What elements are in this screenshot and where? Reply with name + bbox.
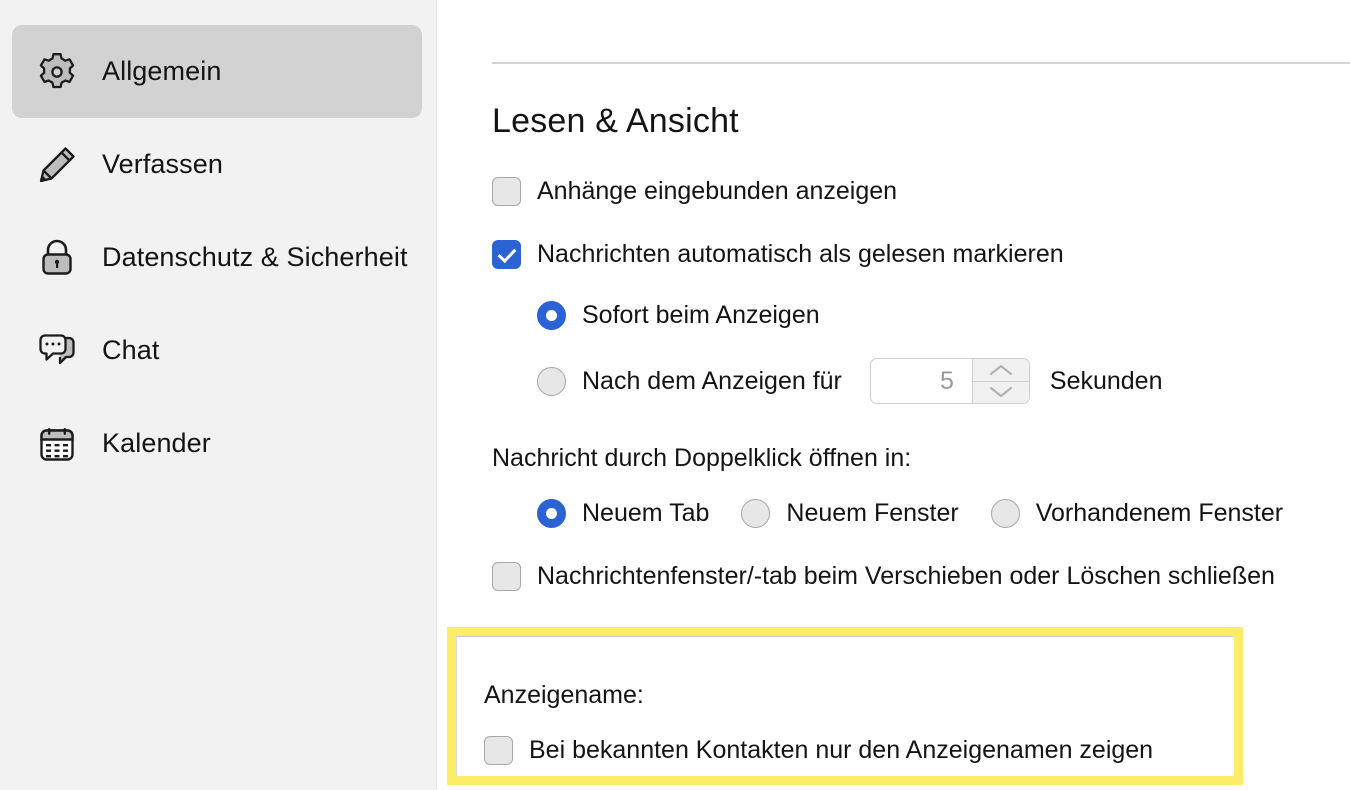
checkbox-row-mark-as-read[interactable]: Nachrichten automatisch als gelesen mark…: [492, 240, 1350, 269]
close-window-on-move-checkbox[interactable]: [492, 562, 521, 591]
settings-sidebar: Allgemein Verfassen Datenschutz & Sicher…: [0, 0, 437, 790]
sidebar-item-label: Datenschutz & Sicherheit: [102, 242, 408, 272]
sidebar-item-datenschutz-sicherheit[interactable]: Datenschutz & Sicherheit: [12, 211, 422, 304]
open-in-existing-window-label: Vorhandenem Fenster: [1035, 499, 1284, 527]
checkbox-row-attachments-inline[interactable]: Anhänge eingebunden anzeigen: [492, 177, 1350, 206]
sidebar-item-label: Chat: [102, 335, 160, 365]
gear-icon: [34, 49, 80, 95]
open-in-new-tab-radio[interactable]: [537, 499, 566, 528]
chevron-down-icon[interactable]: [972, 381, 1029, 403]
display-name-section: Anzeigename: Bei bekannten Kontakten nur…: [456, 636, 1234, 776]
section-divider: [492, 62, 1350, 64]
mark-immediately-radio[interactable]: [537, 301, 566, 330]
settings-window: Allgemein Verfassen Datenschutz & Sicher…: [0, 0, 1350, 790]
sidebar-item-verfassen[interactable]: Verfassen: [12, 118, 422, 211]
sidebar-item-label: Allgemein: [102, 56, 222, 86]
radio-row-mark-immediately[interactable]: Sofort beim Anzeigen: [537, 301, 1350, 330]
sidebar-item-label: Kalender: [102, 428, 211, 458]
display-name-only-label: Bei bekannten Kontakten nur den Anzeigen…: [529, 736, 1154, 764]
sidebar-item-allgemein[interactable]: Allgemein: [12, 25, 422, 118]
chat-bubble-icon: [34, 328, 80, 374]
stepper-buttons[interactable]: [971, 359, 1029, 403]
mark-after-delay-radio[interactable]: [537, 366, 566, 396]
radio-row-mark-after-delay[interactable]: Nach dem Anzeigen für 5 Sekunden: [537, 358, 1350, 404]
open-in-new-tab-label: Neuem Tab: [582, 499, 710, 527]
seconds-stepper[interactable]: 5: [869, 358, 1030, 404]
display-name-heading: Anzeigename:: [484, 681, 644, 709]
settings-main-panel: Lesen & Ansicht Anhänge eingebunden anze…: [437, 0, 1350, 790]
calendar-icon: [34, 421, 80, 467]
close-window-on-move-label: Nachrichtenfenster/-tab beim Verschieben…: [537, 562, 1275, 590]
sidebar-item-kalender[interactable]: Kalender: [12, 397, 422, 490]
mark-as-read-label: Nachrichten automatisch als gelesen mark…: [537, 240, 1064, 268]
seconds-suffix-label: Sekunden: [1049, 366, 1163, 395]
mark-after-delay-label: Nach dem Anzeigen für: [582, 366, 842, 395]
checkbox-row-display-name-only[interactable]: Bei bekannten Kontakten nur den Anzeigen…: [484, 736, 1234, 765]
attachments-inline-checkbox[interactable]: [492, 177, 521, 206]
open-in-new-window-label: Neuem Fenster: [786, 499, 959, 527]
pencil-icon: [34, 142, 80, 188]
chevron-up-icon[interactable]: [972, 359, 1029, 382]
display-name-highlight-box: Anzeigename: Bei bekannten Kontakten nur…: [447, 627, 1243, 785]
mark-as-read-checkbox[interactable]: [492, 240, 521, 269]
display-name-only-checkbox[interactable]: [484, 736, 513, 765]
open-in-new-window-radio[interactable]: [741, 499, 771, 528]
checkbox-row-close-window-on-move[interactable]: Nachrichtenfenster/-tab beim Verschieben…: [492, 562, 1350, 591]
lock-icon: [34, 235, 80, 281]
sidebar-item-label: Verfassen: [102, 149, 223, 179]
attachments-inline-label: Anhänge eingebunden anzeigen: [537, 177, 898, 205]
seconds-input-value[interactable]: 5: [871, 359, 972, 403]
page-title: Lesen & Ansicht: [492, 102, 739, 140]
sidebar-item-chat[interactable]: Chat: [12, 304, 422, 397]
open-in-existing-window-radio[interactable]: [990, 499, 1020, 528]
mark-immediately-label: Sofort beim Anzeigen: [582, 301, 820, 329]
open-doubleclick-heading: Nachricht durch Doppelklick öffnen in:: [492, 444, 912, 472]
radio-group-open-doubleclick: Neuem Tab Neuem Fenster Vorhandenem Fens…: [537, 499, 1350, 528]
